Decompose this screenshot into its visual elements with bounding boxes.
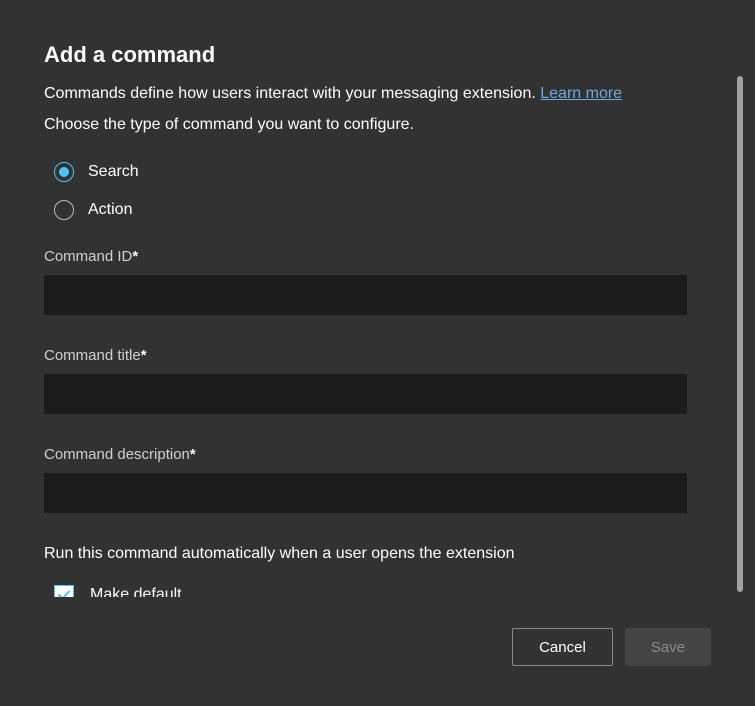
radio-label: Action — [88, 201, 132, 219]
dialog-footer: Cancel Save — [0, 608, 755, 706]
dialog-content: Add a command Commands define how users … — [0, 0, 755, 608]
dialog-title: Add a command — [44, 42, 687, 68]
dialog-description: Commands define how users interact with … — [44, 82, 687, 106]
radio-search[interactable]: Search — [44, 162, 687, 182]
cancel-button[interactable]: Cancel — [512, 628, 613, 666]
label-text: Command ID — [44, 248, 132, 265]
learn-more-link[interactable]: Learn more — [540, 85, 622, 102]
save-button[interactable]: Save — [625, 628, 711, 666]
field-label: Command ID* — [44, 248, 687, 265]
required-asterisk-icon: * — [132, 248, 138, 265]
field-label: Command title* — [44, 347, 687, 364]
description-text: Commands define how users interact with … — [44, 85, 540, 102]
scroll-region: Add a command Commands define how users … — [44, 42, 711, 597]
radio-label: Search — [88, 163, 139, 181]
add-command-dialog: Add a command Commands define how users … — [0, 0, 755, 706]
command-id-field: Command ID* — [44, 248, 687, 315]
radio-inner-dot-icon — [59, 167, 69, 177]
make-default-checkbox-row[interactable]: Make default — [44, 585, 687, 597]
required-asterisk-icon: * — [190, 446, 196, 463]
required-asterisk-icon: * — [141, 347, 147, 364]
command-type-radio-group: Search Action — [44, 162, 687, 220]
command-id-input[interactable] — [44, 275, 687, 315]
cutoff-region: Make default — [44, 585, 687, 597]
command-title-field: Command title* — [44, 347, 687, 414]
command-description-field: Command description* — [44, 446, 687, 513]
checkbox-label: Make default — [90, 586, 182, 597]
dialog-subdescription: Choose the type of command you want to c… — [44, 116, 687, 134]
radio-selected-icon — [54, 162, 74, 182]
radio-action[interactable]: Action — [44, 200, 687, 220]
scrollbar[interactable] — [737, 76, 743, 592]
auto-run-section-label: Run this command automatically when a us… — [44, 545, 687, 563]
command-title-input[interactable] — [44, 374, 687, 414]
radio-unselected-icon — [54, 200, 74, 220]
label-text: Command description — [44, 446, 190, 463]
label-text: Command title — [44, 347, 141, 364]
checkmark-icon — [57, 588, 71, 597]
field-label: Command description* — [44, 446, 687, 463]
checkbox-checked-icon — [54, 585, 74, 597]
command-description-input[interactable] — [44, 473, 687, 513]
